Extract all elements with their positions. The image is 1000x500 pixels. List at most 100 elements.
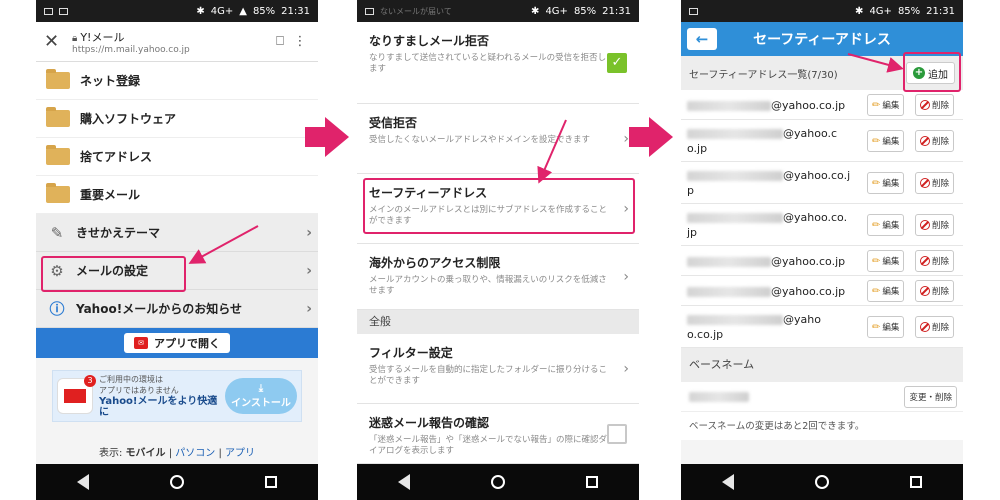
address-count-label: セーフティーアドレス一覧(7/30) [689,69,838,81]
address-row: @yahoo.co.jp✏編集削除 [681,306,963,348]
edit-label: 編集 [882,137,900,147]
scrolled-text: ないメールが届いて [380,6,452,16]
highlight-mail-settings [41,256,186,292]
address-row: @yahoo.co.jp ✏編集削除 [681,204,963,246]
pc-link[interactable]: パソコン [175,448,215,459]
redacted-basename [689,392,749,402]
folder-item[interactable]: ネット登録 [36,62,318,100]
network-label: 4G+ [545,5,568,17]
chevron-right-icon: › [623,268,629,285]
battery-level: 85% [252,5,276,17]
delete-button[interactable]: 削除 [915,316,955,338]
address-row: @yahoo.co.jp ✏編集削除 [681,246,963,276]
recents-icon[interactable] [265,476,278,488]
install-button[interactable]: ⤓ インストール [225,378,297,414]
chevron-right-icon: › [306,224,312,241]
page-title: セーフティーアドレス [753,32,891,48]
edit-button[interactable]: ✏ 編集 [867,172,905,194]
redacted-local-part [687,315,783,325]
pencil-icon: ✏ [872,99,881,111]
edit-button[interactable]: ✏ 編集 [867,130,905,152]
page-header: ← セーフティーアドレス [681,22,963,56]
address-domain-cont: o.jp [687,142,708,155]
status-bar: ✱ 4G+ 85% 21:31 [681,0,963,22]
recents-icon[interactable] [910,476,923,488]
highlight-add-button [903,52,961,92]
back-icon[interactable] [397,474,410,490]
folder-icon [46,69,70,89]
delete-button[interactable]: 削除 [915,130,955,152]
android-nav-bar [681,464,963,500]
folder-item[interactable]: 捨てアドレス [36,138,318,176]
prohibit-icon [920,322,930,332]
bluetooth-icon: ✱ [855,5,864,17]
edit-button[interactable]: ✏ 編集 [867,214,905,236]
setting-overseas-access[interactable]: 海外からのアクセス制限 メールアカウントの乗っ取りや、情報漏えいのリスクを低減さ… [357,244,639,310]
edit-label: 編集 [882,323,900,333]
checkbox-checked[interactable]: ✓ [607,52,627,73]
menu-label: きせかえテーマ [76,226,161,240]
delete-button[interactable]: 削除 [915,250,955,272]
separator: | [218,448,222,459]
display-label: 表示: [98,448,123,459]
android-nav-bar [357,464,639,500]
banner-headline: Yahoo!メールをより快適に [99,396,218,418]
recents-icon[interactable] [586,476,599,488]
back-icon[interactable] [76,474,89,490]
edit-button[interactable]: ✏ 編集 [867,316,905,338]
pencil-icon: ✏ [872,321,881,333]
clock: 21:31 [926,5,955,17]
pencil-icon: ✏ [872,255,881,267]
delete-button[interactable]: 削除 [915,214,955,236]
setting-description: メールアカウントの乗っ取りや、情報漏えいのリスクを低減させます [369,275,607,296]
setting-spam-report-confirm[interactable]: 迷惑メール報告の確認 「迷惑メール報告」や「迷惑メールでない報告」の際に確認ダイ… [357,404,639,464]
delete-button[interactable]: 削除 [915,94,955,116]
bluetooth-icon: ✱ [531,5,540,17]
redacted-local-part [687,287,771,297]
open-in-app-label: アプリで開く [154,337,220,350]
home-icon[interactable] [169,475,184,489]
address-text: @yahoo.co.jp [687,254,859,269]
basename-note: ベースネームの変更はあと2回できます。 [681,412,963,440]
step-arrow-icon [305,117,349,157]
redacted-local-part [687,257,771,267]
android-nav-bar [36,464,318,500]
setting-title: フィルター設定 [369,346,453,360]
address-text: @yahoo.co.jp [687,168,859,198]
prohibit-icon [920,100,930,110]
bookmark-icon[interactable]: ⎕ [270,34,290,49]
mobile-link[interactable]: モバイル [126,448,166,459]
yahoo-mail-app-icon: 3 [57,375,96,414]
prohibit-icon [920,256,930,266]
checkbox-unchecked[interactable] [607,423,627,444]
back-icon[interactable] [721,474,734,490]
battery-level: 85% [897,5,921,17]
app-link[interactable]: アプリ [225,448,255,459]
delete-button[interactable]: 削除 [915,280,955,302]
delete-label: 削除 [932,287,950,297]
chevron-right-icon: › [306,300,312,317]
folder-item[interactable]: 重要メール [36,176,318,214]
network-label: 4G+ [210,5,234,17]
install-banner[interactable]: 3 ご利用中の環境は アプリではありません Yahoo!メールをより快適に ⤓ イ… [52,370,302,422]
back-arrow-button[interactable]: ← [687,28,717,50]
open-in-app-button[interactable]: ✉ アプリで開く [124,333,230,353]
edit-button[interactable]: ✏ 編集 [867,250,905,272]
folder-label: ネット登録 [80,74,141,88]
close-icon[interactable]: ✕ [44,31,66,52]
menu-item-theme[interactable]: ✎ きせかえテーマ › [36,214,318,252]
change-delete-button[interactable]: 変更・削除 [904,386,957,408]
setting-filter[interactable]: フィルター設定 受信するメールを自動的に指定したフォルダーに振り分けることができ… [357,334,639,404]
address-text: @yahoo.co.jp [687,210,859,240]
delete-button[interactable]: 削除 [915,172,955,194]
menu-item-announcements[interactable]: ⓘ Yahoo!メールからのお知らせ › [36,290,318,328]
more-vert-icon[interactable]: ⋮ [290,34,310,49]
home-icon[interactable] [490,475,505,489]
setting-spoof-reject[interactable]: なりすましメール拒否 なりすまして送信されていると疑われるメールの受信を拒否しま… [357,22,639,104]
folder-item[interactable]: 購入ソフトウェア [36,100,318,138]
home-icon[interactable] [814,475,829,489]
status-bar: ないメールが届いて ✱ 4G+ 85% 21:31 [357,0,639,22]
setting-receive-reject[interactable]: 受信拒否 受信したくないメールアドレスやドメインを設定できます › [357,104,639,174]
edit-button[interactable]: ✏ 編集 [867,94,905,116]
edit-button[interactable]: ✏ 編集 [867,280,905,302]
